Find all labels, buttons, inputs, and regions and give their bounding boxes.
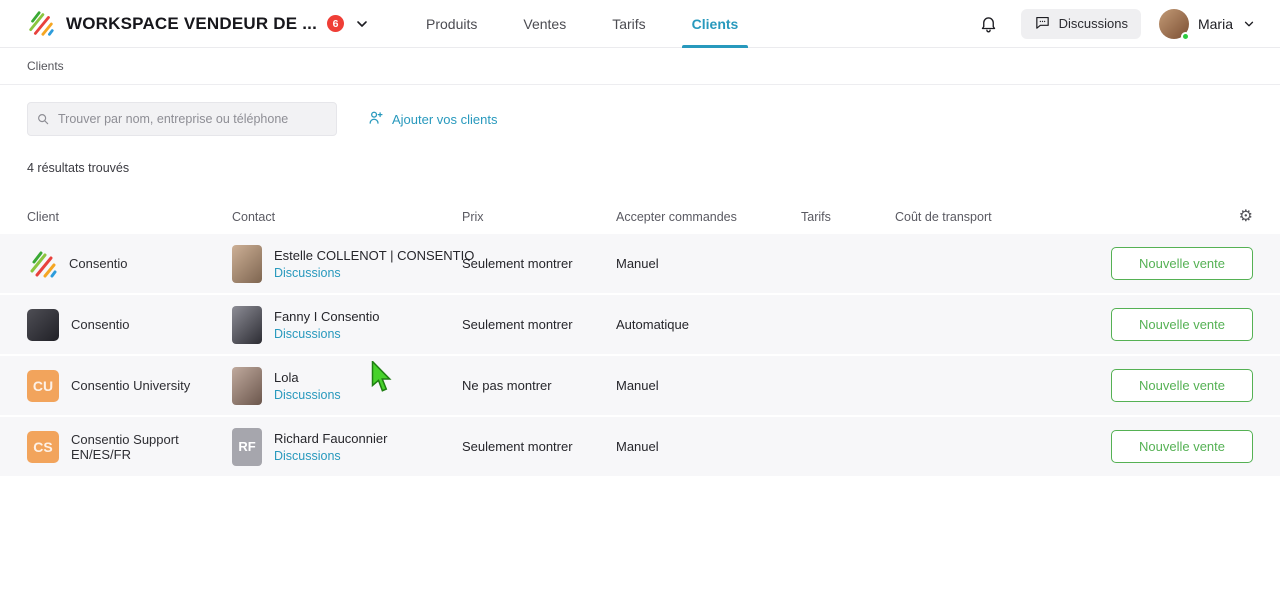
contact-discussions-link[interactable]: Discussions — [274, 449, 341, 463]
workspace-notification-badge: 6 — [327, 15, 344, 32]
nav-item-tarifs[interactable]: Tarifs — [612, 0, 645, 48]
col-header-accepter-commandes: Accepter commandes — [616, 210, 801, 224]
nouvelle-vente-button[interactable]: Nouvelle vente — [1111, 369, 1253, 402]
col-header-tarifs: Tarifs — [801, 210, 895, 224]
nav-item-produits[interactable]: Produits — [426, 0, 477, 48]
consentio-logo-icon — [26, 9, 56, 39]
main-nav: Produits Ventes Tarifs Clients — [426, 0, 738, 48]
prix-value: Seulement montrer — [462, 317, 616, 332]
contact-avatar-initials: RF — [232, 428, 262, 466]
contact-name: Richard Fauconnier — [274, 431, 387, 446]
client-avatar — [27, 309, 59, 341]
breadcrumb: Clients — [0, 48, 1280, 85]
accepter-commandes-value: Automatique — [616, 317, 801, 332]
contact-avatar — [232, 306, 262, 344]
client-avatar-initials: CU — [27, 370, 59, 402]
col-header-prix: Prix — [462, 210, 616, 224]
client-logo-consentio-icon — [27, 249, 57, 279]
contact-avatar — [232, 367, 262, 405]
clients-toolbar: Ajouter vos clients — [0, 85, 1280, 136]
add-clients-link[interactable]: Ajouter vos clients — [367, 109, 498, 129]
col-header-cout-transport: Coût de transport — [895, 210, 1053, 224]
col-header-contact: Contact — [232, 210, 462, 224]
prix-value: Seulement montrer — [462, 439, 616, 454]
clients-table-body: Consentio Estelle COLLENOT | CONSENTIO D… — [0, 234, 1280, 476]
client-name: Consentio University — [71, 378, 190, 393]
contact-discussions-link[interactable]: Discussions — [274, 266, 341, 280]
nav-item-clients[interactable]: Clients — [692, 0, 739, 48]
client-name: Consentio — [71, 317, 130, 332]
user-menu[interactable]: Maria — [1159, 9, 1256, 39]
client-search — [27, 102, 337, 136]
navbar-right: Discussions Maria — [975, 9, 1256, 39]
workspace-chevron-down-icon[interactable] — [354, 16, 370, 32]
nouvelle-vente-button[interactable]: Nouvelle vente — [1111, 430, 1253, 463]
discussions-button-label: Discussions — [1059, 16, 1128, 31]
online-status-dot — [1181, 32, 1190, 41]
table-settings-gear-icon[interactable]: ⚙ — [1239, 209, 1253, 225]
table-row[interactable]: CU Consentio University Lola Discussions… — [0, 356, 1280, 415]
col-header-client: Client — [27, 210, 232, 224]
accepter-commandes-value: Manuel — [616, 439, 801, 454]
table-row[interactable]: Consentio Fanny I Consentio Discussions … — [0, 295, 1280, 354]
accepter-commandes-value: Manuel — [616, 256, 801, 271]
notifications-bell-icon[interactable] — [975, 10, 1003, 38]
contact-avatar — [232, 245, 262, 283]
table-header: Client Contact Prix Accepter commandes T… — [0, 200, 1280, 234]
table-row[interactable]: CS Consentio Support EN/ES/FR RF Richard… — [0, 417, 1280, 476]
nouvelle-vente-button[interactable]: Nouvelle vente — [1111, 308, 1253, 341]
user-chevron-down-icon[interactable] — [1242, 17, 1256, 31]
table-row[interactable]: Consentio Estelle COLLENOT | CONSENTIO D… — [0, 234, 1280, 293]
contact-name: Lola — [274, 370, 341, 385]
breadcrumb-clients[interactable]: Clients — [27, 59, 64, 73]
contact-discussions-link[interactable]: Discussions — [274, 327, 341, 341]
prix-value: Seulement montrer — [462, 256, 616, 271]
search-input[interactable] — [27, 102, 337, 136]
nav-item-ventes[interactable]: Ventes — [523, 0, 566, 48]
results-count: 4 résultats trouvés — [0, 136, 1280, 175]
prix-value: Ne pas montrer — [462, 378, 616, 393]
person-add-icon — [367, 109, 384, 129]
user-avatar — [1159, 9, 1189, 39]
client-name: Consentio — [69, 256, 128, 271]
client-avatar-initials: CS — [27, 431, 59, 463]
workspace-title[interactable]: WORKSPACE VENDEUR DE ... — [66, 14, 317, 34]
app-root: WORKSPACE VENDEUR DE ... 6 Produits Vent… — [0, 0, 1280, 609]
add-clients-label: Ajouter vos clients — [392, 112, 498, 127]
chat-bubble-icon — [1034, 14, 1051, 34]
contact-discussions-link[interactable]: Discussions — [274, 388, 341, 402]
client-name: Consentio Support EN/ES/FR — [71, 432, 232, 462]
accepter-commandes-value: Manuel — [616, 378, 801, 393]
workspace-switcher[interactable]: WORKSPACE VENDEUR DE ... 6 — [26, 9, 370, 39]
contact-name: Fanny I Consentio — [274, 309, 380, 324]
contact-name: Estelle COLLENOT | CONSENTIO — [274, 248, 474, 263]
discussions-button[interactable]: Discussions — [1021, 9, 1141, 39]
user-name: Maria — [1198, 16, 1233, 32]
top-navbar: WORKSPACE VENDEUR DE ... 6 Produits Vent… — [0, 0, 1280, 48]
search-icon — [36, 112, 50, 131]
nouvelle-vente-button[interactable]: Nouvelle vente — [1111, 247, 1253, 280]
